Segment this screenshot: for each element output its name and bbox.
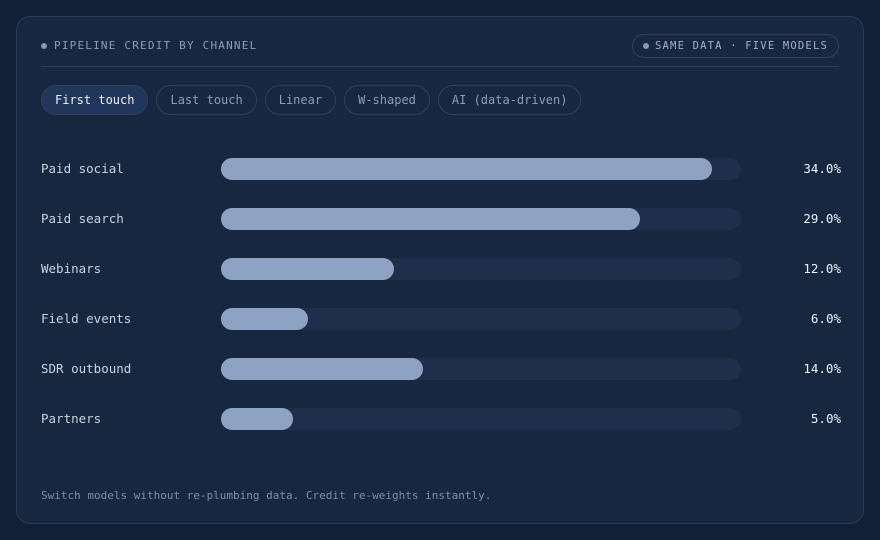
card-title-wrap: PIPELINE CREDIT BY CHANNEL (41, 39, 257, 52)
bar-label: Partners (41, 411, 102, 426)
bar-fill (221, 358, 423, 380)
bar-value-label: 12.0% (803, 261, 841, 276)
bar-value-label: 5.0% (810, 411, 841, 426)
bar-value-label: 29.0% (803, 211, 841, 226)
bar-row: Field events 6.0% (41, 308, 841, 358)
bar-track (221, 158, 741, 180)
bar-value-label: 6.0% (810, 311, 841, 326)
bar-row: SDR outbound 14.0% (41, 358, 841, 408)
bar-track (221, 208, 741, 230)
bar-row: Partners 5.0% (41, 408, 841, 458)
bar-track (221, 358, 741, 380)
tab-ai-data-driven[interactable]: AI (data-driven) (437, 85, 582, 115)
tab-w-shaped[interactable]: W-shaped (344, 85, 430, 115)
models-badge: SAME DATA · FIVE MODELS (632, 33, 839, 58)
bar-label: SDR outbound (41, 361, 132, 376)
card-title: PIPELINE CREDIT BY CHANNEL (54, 39, 258, 52)
channel-bars: Paid social 34.0% Paid search 29.0% Webinars… (41, 158, 841, 458)
bar-value-label: 34.0% (803, 161, 841, 176)
bar-row: Paid search 29.0% (41, 208, 841, 258)
bar-label: Paid social (41, 161, 124, 176)
bar-value-label: 14.0% (803, 361, 841, 376)
bar-track (221, 258, 741, 280)
bar-fill (221, 308, 308, 330)
title-dot-icon (41, 42, 47, 49)
bar-row: Paid social 34.0% (41, 158, 841, 208)
bar-fill (221, 408, 293, 430)
footer-note: Switch models without re-plumbing data. … (41, 489, 492, 502)
card-header: PIPELINE CREDIT BY CHANNEL SAME DATA · F… (41, 33, 839, 67)
attribution-card: PIPELINE CREDIT BY CHANNEL SAME DATA · F… (16, 16, 864, 524)
bar-row: Webinars 12.0% (41, 258, 841, 308)
bar-track (221, 308, 741, 330)
tab-linear[interactable]: Linear (264, 85, 337, 115)
bar-fill (221, 258, 394, 280)
bar-track (221, 408, 741, 430)
bar-label: Webinars (41, 261, 102, 276)
badge-text: SAME DATA · FIVE MODELS (655, 39, 828, 52)
bar-label: Paid search (41, 211, 124, 226)
bar-fill (221, 208, 640, 230)
model-tabs: First touch Last touch Linear W-shaped AI (d… (41, 85, 582, 115)
tab-first-touch[interactable]: First touch (41, 85, 149, 115)
tab-last-touch[interactable]: Last touch (156, 85, 257, 115)
bar-fill (221, 158, 712, 180)
badge-dot-icon (643, 42, 649, 49)
bar-label: Field events (41, 311, 132, 326)
